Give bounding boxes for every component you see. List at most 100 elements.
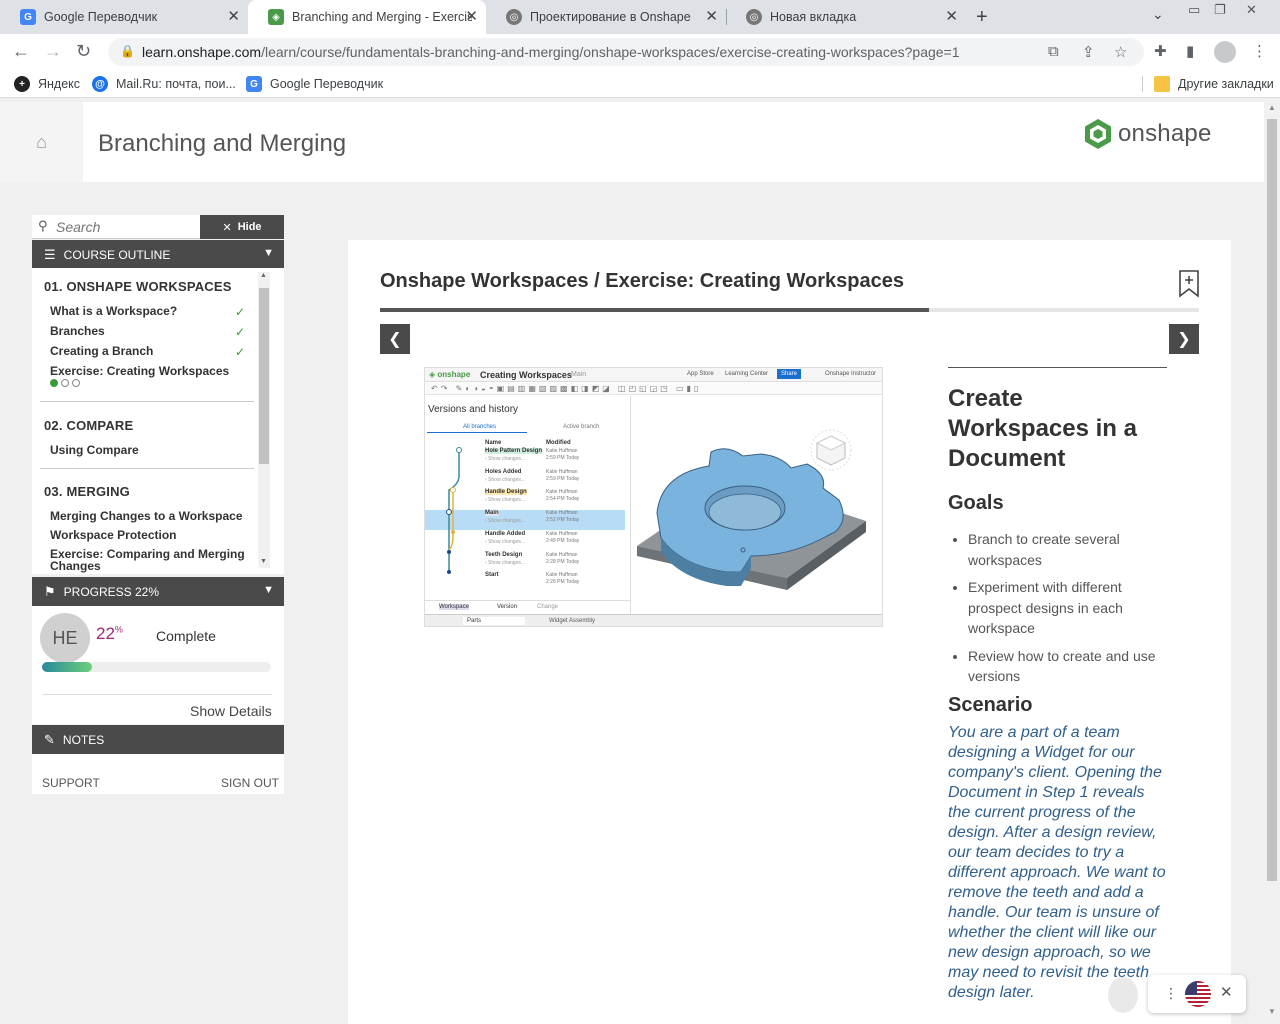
profile-avatar[interactable] [1214, 41, 1236, 63]
next-page-button[interactable]: ❯ [1169, 324, 1199, 354]
extensions-icon[interactable]: ✚ [1154, 42, 1167, 60]
hide-button[interactable]: ✕ Hide [200, 215, 284, 239]
bookmark-other[interactable]: Другие закладки [1154, 76, 1274, 92]
outline-item[interactable]: Exercise: Comparing and Merging Changes [50, 548, 245, 572]
scroll-thumb[interactable] [259, 288, 269, 464]
shot-footer-version: Version [497, 604, 518, 610]
close-icon[interactable]: ✕ [945, 9, 958, 25]
prev-page-button[interactable]: ❮ [380, 324, 410, 354]
close-icon[interactable]: ✕ [465, 9, 478, 25]
shot-tab-all: All branches [463, 424, 497, 430]
close-icon[interactable]: ✕ [705, 9, 718, 25]
google-translate-icon: G [246, 76, 262, 92]
course-header: ⌂ Branching and Merging onshape [0, 102, 1264, 182]
outline-item[interactable]: Branches [50, 325, 250, 337]
close-icon: ✕ [222, 221, 232, 234]
scroll-up-icon[interactable]: ▲ [1268, 103, 1276, 112]
close-icon[interactable]: ✕ [1220, 983, 1233, 1001]
onshape-logo[interactable]: onshape [1084, 118, 1212, 150]
shot-row-modified: Katie Huffman [546, 572, 578, 579]
plus-icon: + [14, 76, 30, 92]
view-cube [810, 429, 852, 471]
back-icon[interactable]: ← [12, 41, 30, 61]
outline-scrollbar[interactable]: ▲ ▼ [258, 272, 270, 568]
shot-row-name: Main [485, 510, 499, 517]
outline-item[interactable]: Merging Changes to a Workspace [50, 510, 250, 522]
outline-item[interactable]: What is a Workspace? [50, 305, 250, 317]
course-outline-bar[interactable]: ☰ COURSE OUTLINE ▼ [32, 240, 284, 269]
tab-new-tab[interactable]: ◎ Новая вкладка ✕ [726, 0, 966, 34]
bookmark-icon[interactable] [1178, 270, 1200, 298]
menu-kebab-icon[interactable]: ⋮ [1252, 42, 1267, 60]
minimize-icon[interactable]: ▭ [1188, 2, 1200, 18]
bookmark-yandex[interactable]: + Яндекс [14, 76, 80, 92]
tab-branching-merging[interactable]: ◈ Branching and Merging - Exercis ✕ [248, 0, 486, 34]
shot-bottom-tabs: Parts Widget Assembly [425, 614, 882, 626]
side-panel-icon[interactable]: ▮ [1186, 42, 1194, 60]
bookmark-mailru[interactable]: @ Mail.Ru: почта, пои... [92, 76, 236, 92]
shot-row-time: 2:49 PM Today [546, 537, 580, 544]
sign-out-link[interactable]: SIGN OUT [221, 776, 279, 790]
outline-item[interactable]: Workspace Protection [50, 529, 250, 541]
shot-row-name: Holes Added [485, 468, 522, 475]
outline-item[interactable]: Creating a Branch [50, 345, 250, 357]
scroll-down-icon[interactable]: ▼ [1268, 1007, 1276, 1016]
section-title[interactable]: 01. ONSHAPE WORKSPACES [44, 279, 232, 294]
progress-bar-header[interactable]: ⚑ PROGRESS 22% ▼ [32, 577, 284, 606]
progress-label: PROGRESS 22% [63, 584, 160, 599]
support-link[interactable]: SUPPORT [42, 776, 100, 790]
list-icon: ☰ [44, 246, 56, 262]
section-title[interactable]: 02. COMPARE [44, 418, 133, 433]
shot-tab-parts: Parts [463, 617, 526, 625]
section-title[interactable]: 03. MERGING [44, 484, 130, 499]
bookmark-divider [1142, 76, 1143, 92]
at-icon: @ [92, 76, 108, 92]
shot-row-show-changes: › Show changes... [485, 497, 526, 504]
scroll-up-icon[interactable]: ▲ [260, 272, 267, 279]
goal-item: Review how to create and use versions [968, 646, 1167, 687]
lesson-title: Onshape Workspaces / Exercise: Creating … [380, 270, 904, 292]
search-input[interactable] [56, 217, 196, 237]
tab-onshape-design[interactable]: ◎ Проектирование в Onshape ✕ [486, 0, 726, 34]
star-icon[interactable]: ☆ [1114, 43, 1127, 61]
complete-label: Complete [156, 628, 216, 644]
reload-icon[interactable]: ↻ [76, 41, 91, 61]
bookmark-label: Яндекс [38, 77, 81, 91]
tab-google-translate[interactable]: G Google Переводчик ✕ [0, 0, 248, 34]
tab-label: Branching and Merging - Exercis [292, 10, 472, 24]
restore-icon[interactable]: ❐ [1214, 2, 1226, 18]
shot-footer-change: Change [537, 604, 559, 610]
sidebar-search-row: ⚲ ✕ Hide [32, 215, 284, 239]
address-bar[interactable]: 🔒 learn.onshape.com/learn/course/fundame… [108, 38, 1144, 66]
us-flag-icon[interactable] [1185, 981, 1211, 1007]
show-details-link[interactable]: Show Details [190, 703, 272, 719]
url-text[interactable]: learn.onshape.com/learn/course/fundament… [142, 44, 960, 60]
flag-icon: ⚑ [44, 583, 56, 599]
menu-kebab-icon[interactable]: ⋮ [1164, 985, 1178, 1002]
forward-icon[interactable]: → [44, 41, 62, 61]
share-icon[interactable]: ⇪ [1082, 43, 1095, 61]
scroll-thumb[interactable] [1267, 119, 1277, 881]
shot-row-time: 2:52 PM Today [546, 517, 580, 524]
shot-tab-assembly: Widget Assembly [549, 618, 596, 624]
close-icon[interactable]: ✕ [227, 9, 240, 25]
outline-item[interactable]: Using Compare [50, 444, 250, 456]
bookmark-label: Google Переводчик [270, 77, 384, 91]
window-close-icon[interactable]: ✕ [1246, 2, 1257, 18]
translate-icon[interactable]: ⧉ [1048, 43, 1059, 60]
shot-row-modified: Katie Huffman [546, 551, 578, 558]
shot-row-name: Handle Design [485, 489, 527, 496]
sidebar-footer: SUPPORT SIGN OUT [32, 754, 284, 794]
shot-row-modified: Katie Huffman [546, 530, 578, 537]
page-scrollbar[interactable]: ▲ ▼ [1264, 99, 1280, 1024]
outline-item-current[interactable]: Exercise: Creating Workspaces [50, 365, 250, 377]
tab-search-chevron-icon[interactable]: ⌄ [1152, 6, 1164, 23]
notes-bar[interactable]: ✎ NOTES [32, 725, 284, 754]
scroll-down-icon[interactable]: ▼ [260, 558, 267, 565]
bookmark-google-translate[interactable]: G Google Переводчик [246, 76, 383, 92]
new-tab-button[interactable]: + [976, 6, 988, 29]
home-icon[interactable]: ⌂ [0, 102, 83, 182]
shot-row-time: 2:28 PM Today [546, 558, 580, 565]
chevron-down-icon: ▼ [263, 247, 274, 259]
globe-icon: ◎ [506, 9, 522, 25]
